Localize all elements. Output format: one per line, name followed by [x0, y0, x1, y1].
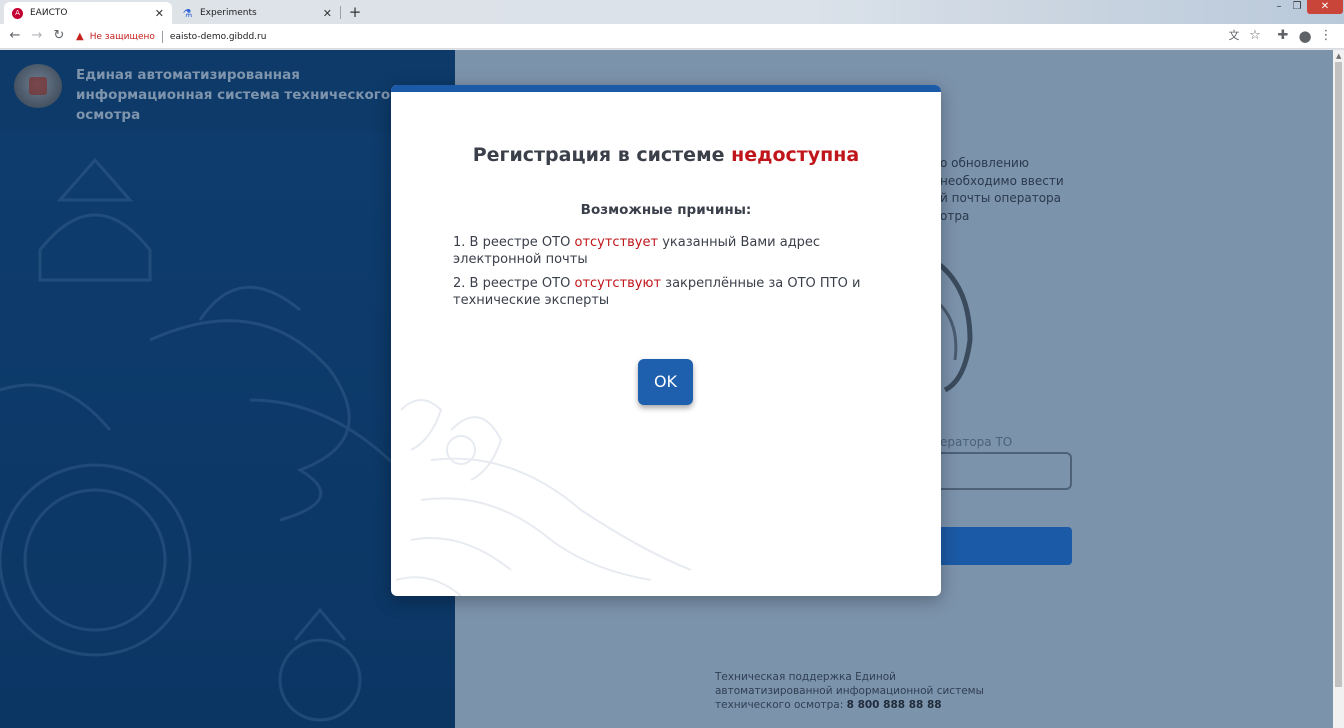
reason-prefix: 1. В реестре ОТО — [453, 235, 571, 250]
tab-title: Experiments — [200, 8, 257, 18]
star-icon[interactable]: ☆ — [1247, 28, 1263, 44]
extensions-icon[interactable]: ✚ — [1275, 28, 1291, 44]
dialog-top-bar — [391, 85, 941, 92]
dialog-title: Регистрация в системе недоступна — [391, 144, 941, 166]
reason-item: 2. В реестре ОТО отсутствуют закреплённы… — [453, 275, 873, 309]
flask-icon: ⚗ — [182, 6, 193, 20]
warning-icon: ▲ — [76, 31, 84, 42]
maximize-button[interactable]: ❐ — [1289, 0, 1305, 14]
angular-icon: A — [12, 7, 23, 19]
dialog-title-prefix: Регистрация в системе — [472, 144, 725, 166]
address-bar[interactable]: ▲ Не защищено eaisto-demo.gibdd.ru — [76, 27, 266, 46]
ok-button[interactable]: OK — [638, 359, 693, 405]
new-tab-button[interactable]: + — [345, 4, 365, 21]
page-scrollbar[interactable]: ▲ — [1333, 50, 1344, 728]
tab-eaisto[interactable]: A ЕАИСТО ✕ — [4, 2, 172, 24]
url-text: eaisto-demo.gibdd.ru — [169, 31, 267, 42]
reason-accent: отсутствуют — [574, 276, 662, 291]
browser-tab-strip: A ЕАИСТО ✕ ⚗ Experiments ✕ + – ❐ ✕ — [0, 0, 1344, 24]
scroll-up-arrow-icon[interactable]: ▲ — [1336, 52, 1341, 60]
window-close-button[interactable]: ✕ — [1307, 0, 1343, 14]
close-icon[interactable]: ✕ — [323, 7, 332, 20]
reload-icon[interactable]: ↻ — [51, 28, 67, 44]
registration-unavailable-dialog: Регистрация в системе недоступна Возможн… — [391, 85, 941, 596]
eagle-watermark-icon — [395, 399, 692, 596]
omnibox-divider — [161, 30, 163, 43]
translate-icon[interactable]: 文 — [1226, 28, 1242, 44]
profile-avatar-icon[interactable]: ● — [1297, 28, 1313, 44]
minimize-button[interactable]: – — [1271, 0, 1287, 14]
reason-item: 1. В реестре ОТО отсутствует указанный В… — [453, 234, 873, 268]
reason-accent: отсутствует — [574, 235, 659, 250]
close-icon[interactable]: ✕ — [155, 7, 164, 20]
dialog-title-accent: недоступна — [731, 144, 860, 166]
scrollbar-thumb[interactable] — [1335, 62, 1342, 687]
not-secure-label: Не защищено — [89, 31, 155, 42]
reason-prefix: 2. В реестре ОТО — [453, 276, 571, 291]
tab-divider — [340, 6, 341, 19]
reasons-heading: Возможные причины: — [580, 202, 752, 218]
forward-arrow-icon[interactable]: → — [29, 28, 45, 44]
browser-toolbar: ← → ↻ ▲ Не защищено eaisto-demo.gibdd.ru… — [0, 24, 1344, 49]
tab-title: ЕАИСТО — [30, 8, 68, 18]
menu-dots-icon[interactable]: ⋮ — [1318, 28, 1334, 44]
back-arrow-icon[interactable]: ← — [7, 28, 23, 44]
tab-experiments[interactable]: ⚗ Experiments ✕ — [174, 2, 340, 24]
